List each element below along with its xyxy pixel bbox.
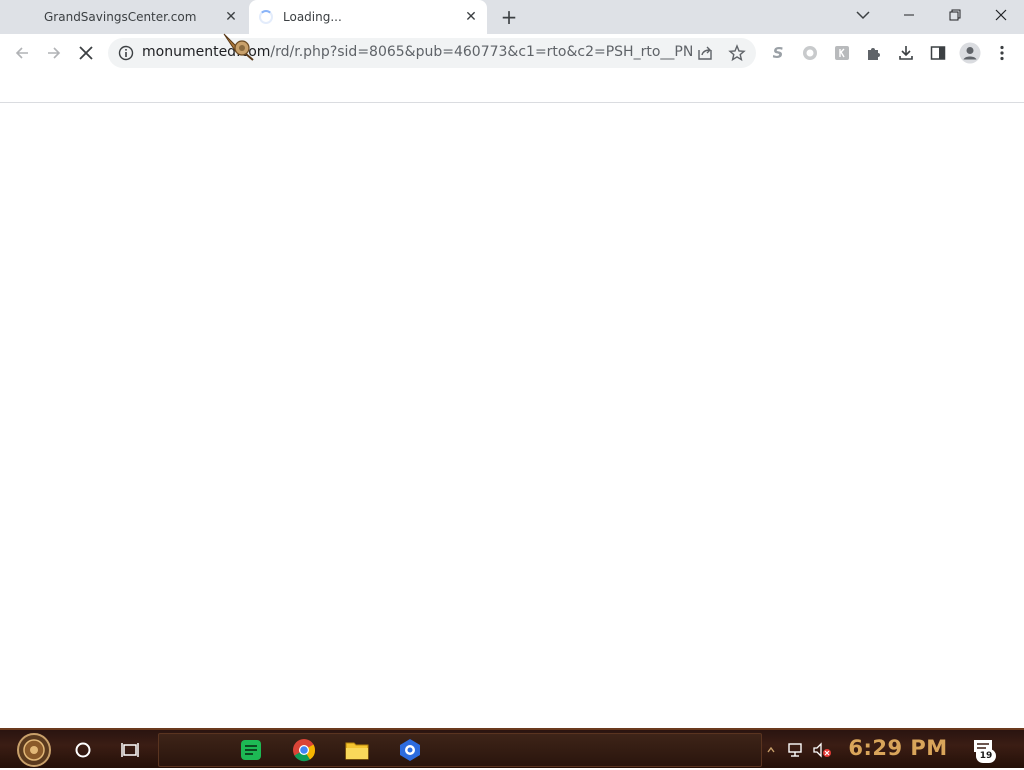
tab-search-button[interactable] [840,0,886,30]
forward-button[interactable] [40,39,68,67]
restore-icon [949,9,961,21]
minimize-icon [904,14,914,16]
site-info-icon[interactable] [118,45,134,61]
kebab-menu-icon [1000,45,1004,61]
close-icon [995,9,1007,21]
taskbar-clock[interactable]: 6:29 PM [846,736,950,764]
tab-loading[interactable]: Loading... ✕ [249,0,487,34]
back-button[interactable] [8,39,36,67]
minimize-button[interactable] [886,0,932,30]
extension-c-button[interactable] [800,43,820,63]
stop-button[interactable] [72,39,100,67]
taskbar-app-explorer[interactable] [340,734,374,766]
close-icon[interactable]: ✕ [462,8,480,26]
profile-button[interactable] [958,41,982,65]
taskbar: 6:29 PM 19 [0,728,1024,768]
taskbar-app-settings[interactable] [393,734,427,766]
extension-circle-icon [803,46,817,60]
network-icon [788,743,802,757]
tab-grandsavings[interactable]: GrandSavingsCenter.com ✕ [30,0,245,34]
page-content[interactable] [0,104,1024,728]
download-icon [899,46,913,60]
browser-menu-button[interactable] [992,43,1012,63]
tab-title: Loading... [283,10,342,24]
side-panel-button[interactable] [928,43,948,63]
notification-count-badge: 19 [976,749,996,763]
green-notes-app-icon [241,740,261,760]
start-orb-icon [17,733,51,767]
restore-button[interactable] [932,0,978,30]
stop-loading-icon [79,46,93,60]
share-icon[interactable] [696,44,714,62]
close-icon[interactable]: ✕ [222,8,240,26]
url-path: /rd/r.php?sid=8065&pub=460773&c1=rto&c2=… [270,44,692,60]
custom-cursor-icon [223,33,254,61]
search-button[interactable] [66,730,100,770]
extensions-button[interactable] [864,43,884,63]
task-view-button[interactable] [112,730,148,770]
address-bar[interactable]: monumented.com/rd/r.php?sid=8065&pub=460… [108,38,756,68]
puzzle-icon [868,48,880,60]
tab-title: GrandSavingsCenter.com [44,10,197,24]
forward-arrow-icon [48,47,61,59]
extension-k-button[interactable] [832,43,852,63]
settings-app-icon [400,739,420,761]
close-window-button[interactable] [978,0,1024,30]
network-tray-button[interactable] [784,730,808,770]
tab-strip: GrandSavingsCenter.com ✕ Loading... ✕ + [0,0,1024,34]
browser-toolbar: monumented.com/rd/r.php?sid=8065&pub=460… [0,34,1024,72]
downloads-button[interactable] [896,43,916,63]
chevron-down-icon [856,11,870,20]
taskbar-app-chrome[interactable] [287,734,321,766]
volume-tray-button[interactable] [810,730,834,770]
start-button[interactable] [8,730,60,770]
bookmarks-bar [0,72,1024,103]
chevron-up-icon [767,747,775,753]
extension-k-icon [835,46,849,60]
task-view-icon [121,743,139,757]
back-arrow-icon [15,47,28,59]
taskbar-app-green[interactable] [234,734,268,766]
folder-icon [345,742,369,760]
profile-icon [959,42,981,64]
new-tab-button[interactable]: + [498,6,520,28]
extension-s-button[interactable]: S [768,43,788,63]
cortana-circle-icon [75,742,91,758]
bookmark-star-icon[interactable] [728,44,746,62]
chrome-icon [293,739,316,762]
extension-s-icon: S [772,44,784,62]
volume-muted-icon [813,742,831,758]
side-panel-icon [930,46,946,60]
loading-spinner-icon [259,10,273,24]
show-hidden-icons-button[interactable] [764,730,778,770]
